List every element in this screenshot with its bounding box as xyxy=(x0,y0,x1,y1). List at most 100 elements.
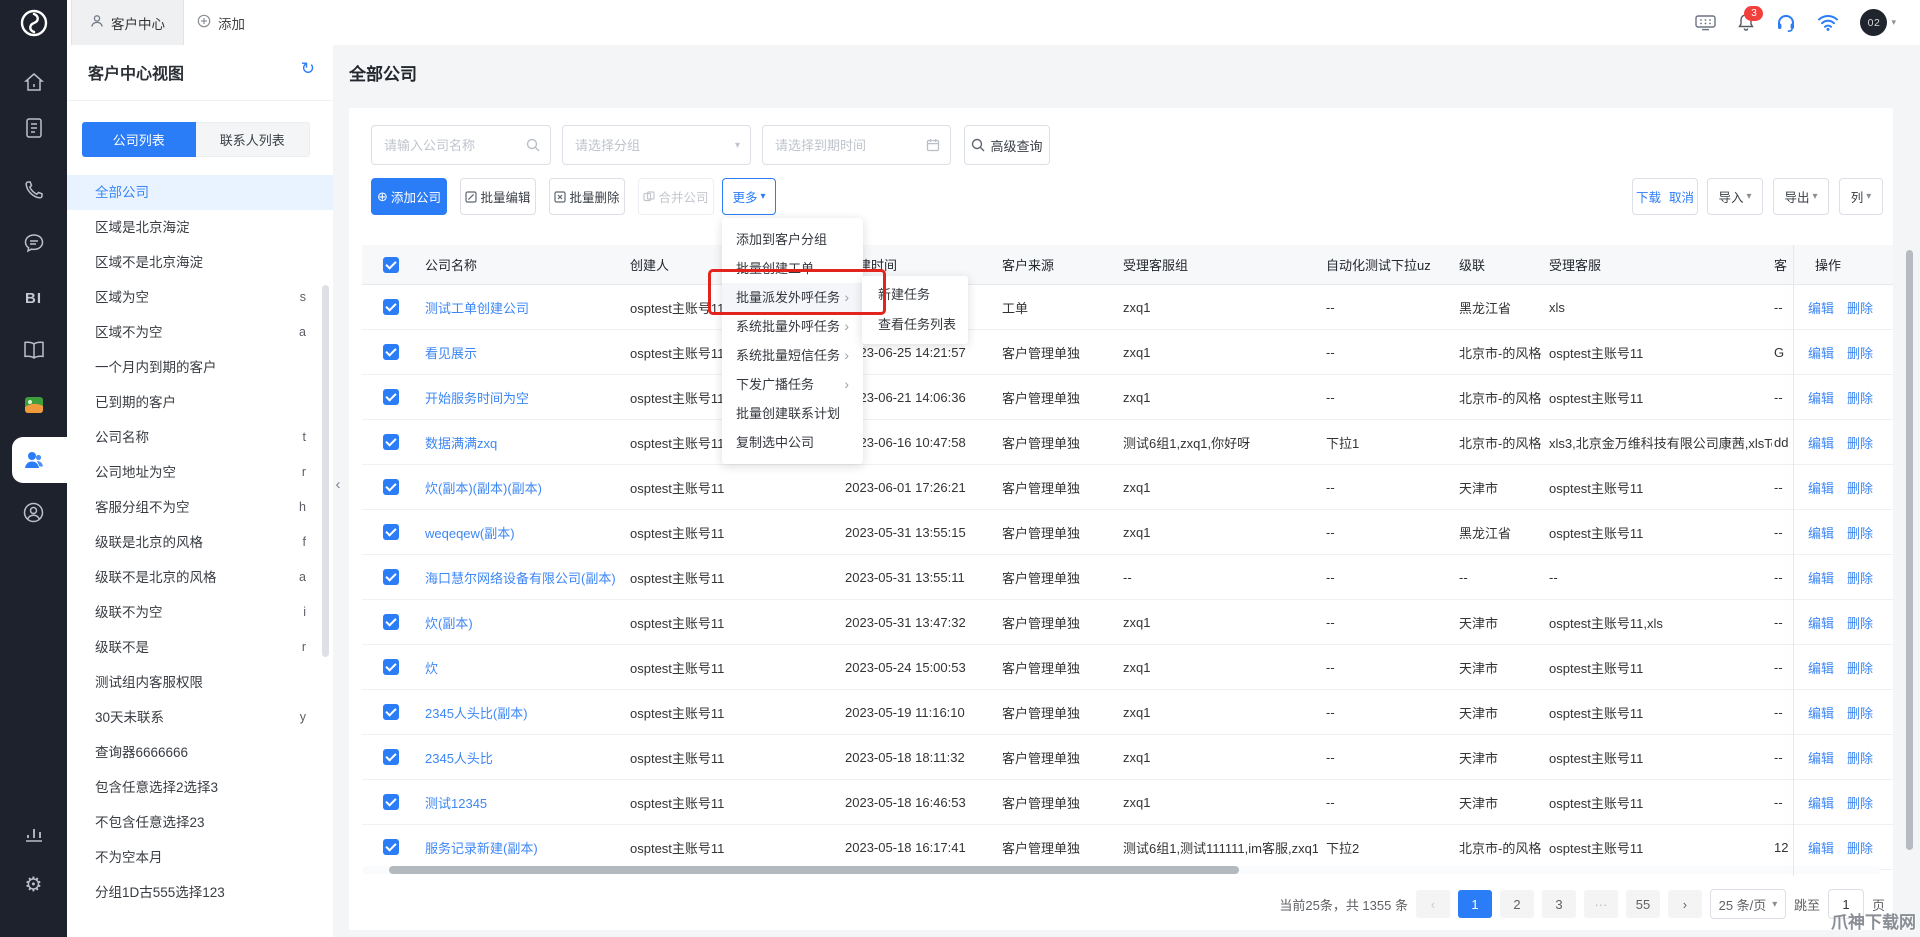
delete-link[interactable]: 删除 xyxy=(1847,388,1873,407)
export-button[interactable]: 导出▾ xyxy=(1773,178,1829,215)
row-checkbox[interactable] xyxy=(383,749,399,765)
expire-date-input[interactable] xyxy=(763,138,926,153)
edit-link[interactable]: 编辑 xyxy=(1808,793,1834,812)
advanced-search-button[interactable]: 高级查询 xyxy=(964,125,1050,165)
row-select-cell[interactable] xyxy=(362,735,420,779)
delete-link[interactable]: 删除 xyxy=(1847,523,1873,542)
menu-item[interactable]: 系统批量短信任务› xyxy=(722,341,863,370)
menu-item[interactable]: 批量创建工单 xyxy=(722,254,863,283)
edit-link[interactable]: 编辑 xyxy=(1808,658,1834,677)
vertical-scrollbar[interactable] xyxy=(1906,250,1913,850)
edit-link[interactable]: 编辑 xyxy=(1808,523,1834,542)
row-select-cell[interactable] xyxy=(362,375,420,419)
row-checkbox[interactable] xyxy=(383,569,399,585)
row-select-cell[interactable] xyxy=(362,825,420,869)
merge-company-button[interactable]: 合并公司 xyxy=(638,178,714,215)
view-list-item[interactable]: 区域不是北京海淀 xyxy=(67,245,333,280)
delete-link[interactable]: 删除 xyxy=(1847,343,1873,362)
cell-name[interactable]: 测试12345 xyxy=(420,780,620,824)
row-select-cell[interactable] xyxy=(362,555,420,599)
row-select-cell[interactable] xyxy=(362,285,420,329)
edit-link[interactable]: 编辑 xyxy=(1808,433,1834,452)
page-number-3[interactable]: 3 xyxy=(1542,890,1576,918)
view-list-item[interactable]: 已到期的客户 xyxy=(67,385,333,420)
page-number-2[interactable]: 2 xyxy=(1500,890,1534,918)
cancel-link[interactable]: 取消 xyxy=(1669,187,1694,206)
horizontal-scrollbar[interactable] xyxy=(389,866,1239,874)
company-name-input[interactable] xyxy=(372,138,526,153)
header-select-all[interactable] xyxy=(362,245,420,284)
delete-link[interactable]: 删除 xyxy=(1847,613,1873,632)
delete-link[interactable]: 删除 xyxy=(1847,793,1873,812)
add-company-button[interactable]: ⊕ 添加公司 xyxy=(371,178,447,215)
brand-logo-icon[interactable] xyxy=(0,0,67,45)
view-list-item[interactable]: 区域不为空a xyxy=(67,315,333,350)
view-list-item[interactable]: 级联不是r xyxy=(67,630,333,665)
page-number-55[interactable]: 55 xyxy=(1626,890,1660,918)
panel-scrollbar[interactable] xyxy=(322,285,329,657)
edit-link[interactable]: 编辑 xyxy=(1808,388,1834,407)
delete-link[interactable]: 删除 xyxy=(1847,298,1873,317)
cell-name[interactable]: 炊(副本)(副本)(副本) xyxy=(420,465,620,509)
group-select[interactable] xyxy=(563,138,735,153)
row-select-cell[interactable] xyxy=(362,510,420,554)
delete-link[interactable]: 删除 xyxy=(1847,478,1873,497)
cell-name[interactable]: 炊 xyxy=(420,645,620,689)
view-list-item[interactable]: 包含任意选择2选择3 xyxy=(67,770,333,805)
delete-link[interactable]: 删除 xyxy=(1847,433,1873,452)
row-select-cell[interactable] xyxy=(362,690,420,734)
cell-name[interactable]: 开始服务时间为空 xyxy=(420,375,620,419)
row-select-cell[interactable] xyxy=(362,780,420,824)
row-checkbox[interactable] xyxy=(383,299,399,315)
view-list-item[interactable]: 30天未联系y xyxy=(67,700,333,735)
view-list-item[interactable]: 查询器6666666 xyxy=(67,735,333,770)
row-checkbox[interactable] xyxy=(383,659,399,675)
download-cancel-button[interactable]: 下载 取消 xyxy=(1632,178,1698,215)
row-checkbox[interactable] xyxy=(383,479,399,495)
tab-company-list[interactable]: 公司列表 xyxy=(82,122,196,157)
rail-item-phone[interactable] xyxy=(0,167,67,213)
rail-item-service[interactable] xyxy=(0,489,67,535)
cell-name[interactable]: 看见展示 xyxy=(420,330,620,374)
page-number-1[interactable]: 1 xyxy=(1458,890,1492,918)
page-size-select[interactable]: 25 条/页 ▾ xyxy=(1710,889,1786,919)
tab-contact-list[interactable]: 联系人列表 xyxy=(196,122,311,157)
row-checkbox[interactable] xyxy=(383,839,399,855)
edit-link[interactable]: 编辑 xyxy=(1808,568,1834,587)
row-checkbox[interactable] xyxy=(383,434,399,450)
row-select-cell[interactable] xyxy=(362,645,420,689)
view-list-item[interactable]: 级联是北京的风格f xyxy=(67,525,333,560)
cell-name[interactable]: 炊(副本) xyxy=(420,600,620,644)
delete-link[interactable]: 删除 xyxy=(1847,568,1873,587)
row-checkbox[interactable] xyxy=(383,794,399,810)
view-list-item[interactable]: 分组1D古555选择123 xyxy=(67,875,333,910)
row-checkbox[interactable] xyxy=(383,524,399,540)
refresh-icon[interactable]: ↻ xyxy=(301,59,315,79)
row-checkbox[interactable] xyxy=(383,389,399,405)
tab-add[interactable]: 添加 xyxy=(179,0,263,45)
cell-name[interactable]: 海口慧尔网络设备有限公司(副本) xyxy=(420,555,620,599)
cell-name[interactable]: 数据满满zxq xyxy=(420,420,620,464)
row-checkbox[interactable] xyxy=(383,704,399,720)
cell-name[interactable]: 服务记录新建(副本) xyxy=(420,825,620,869)
view-list-item[interactable]: 区域是北京海淀 xyxy=(67,210,333,245)
submenu-item[interactable]: 新建任务 xyxy=(862,280,968,310)
row-select-cell[interactable] xyxy=(362,330,420,374)
view-list-item[interactable]: 区域为空s xyxy=(67,280,333,315)
rail-item-settings[interactable]: ⚙ xyxy=(0,862,67,908)
row-checkbox[interactable] xyxy=(383,344,399,360)
submenu-item[interactable]: 查看任务列表 xyxy=(862,310,968,340)
view-list-item[interactable]: 客服分组不为空h xyxy=(67,490,333,525)
download-link[interactable]: 下载 xyxy=(1636,187,1661,206)
view-list-item[interactable]: 测试组内客服权限 xyxy=(67,665,333,700)
cell-name[interactable]: 2345人头比(副本) xyxy=(420,690,620,734)
row-select-cell[interactable] xyxy=(362,420,420,464)
view-list-item[interactable]: 全部公司 xyxy=(67,175,333,210)
cell-name[interactable]: weqeqew(副本) xyxy=(420,510,620,554)
view-list-item[interactable]: 不为空本月 xyxy=(67,840,333,875)
edit-link[interactable]: 编辑 xyxy=(1808,613,1834,632)
delete-link[interactable]: 删除 xyxy=(1847,703,1873,722)
columns-button[interactable]: 列▾ xyxy=(1839,178,1883,215)
view-list-item[interactable]: 不包含任意选择23 xyxy=(67,805,333,840)
delete-link[interactable]: 删除 xyxy=(1847,748,1873,767)
